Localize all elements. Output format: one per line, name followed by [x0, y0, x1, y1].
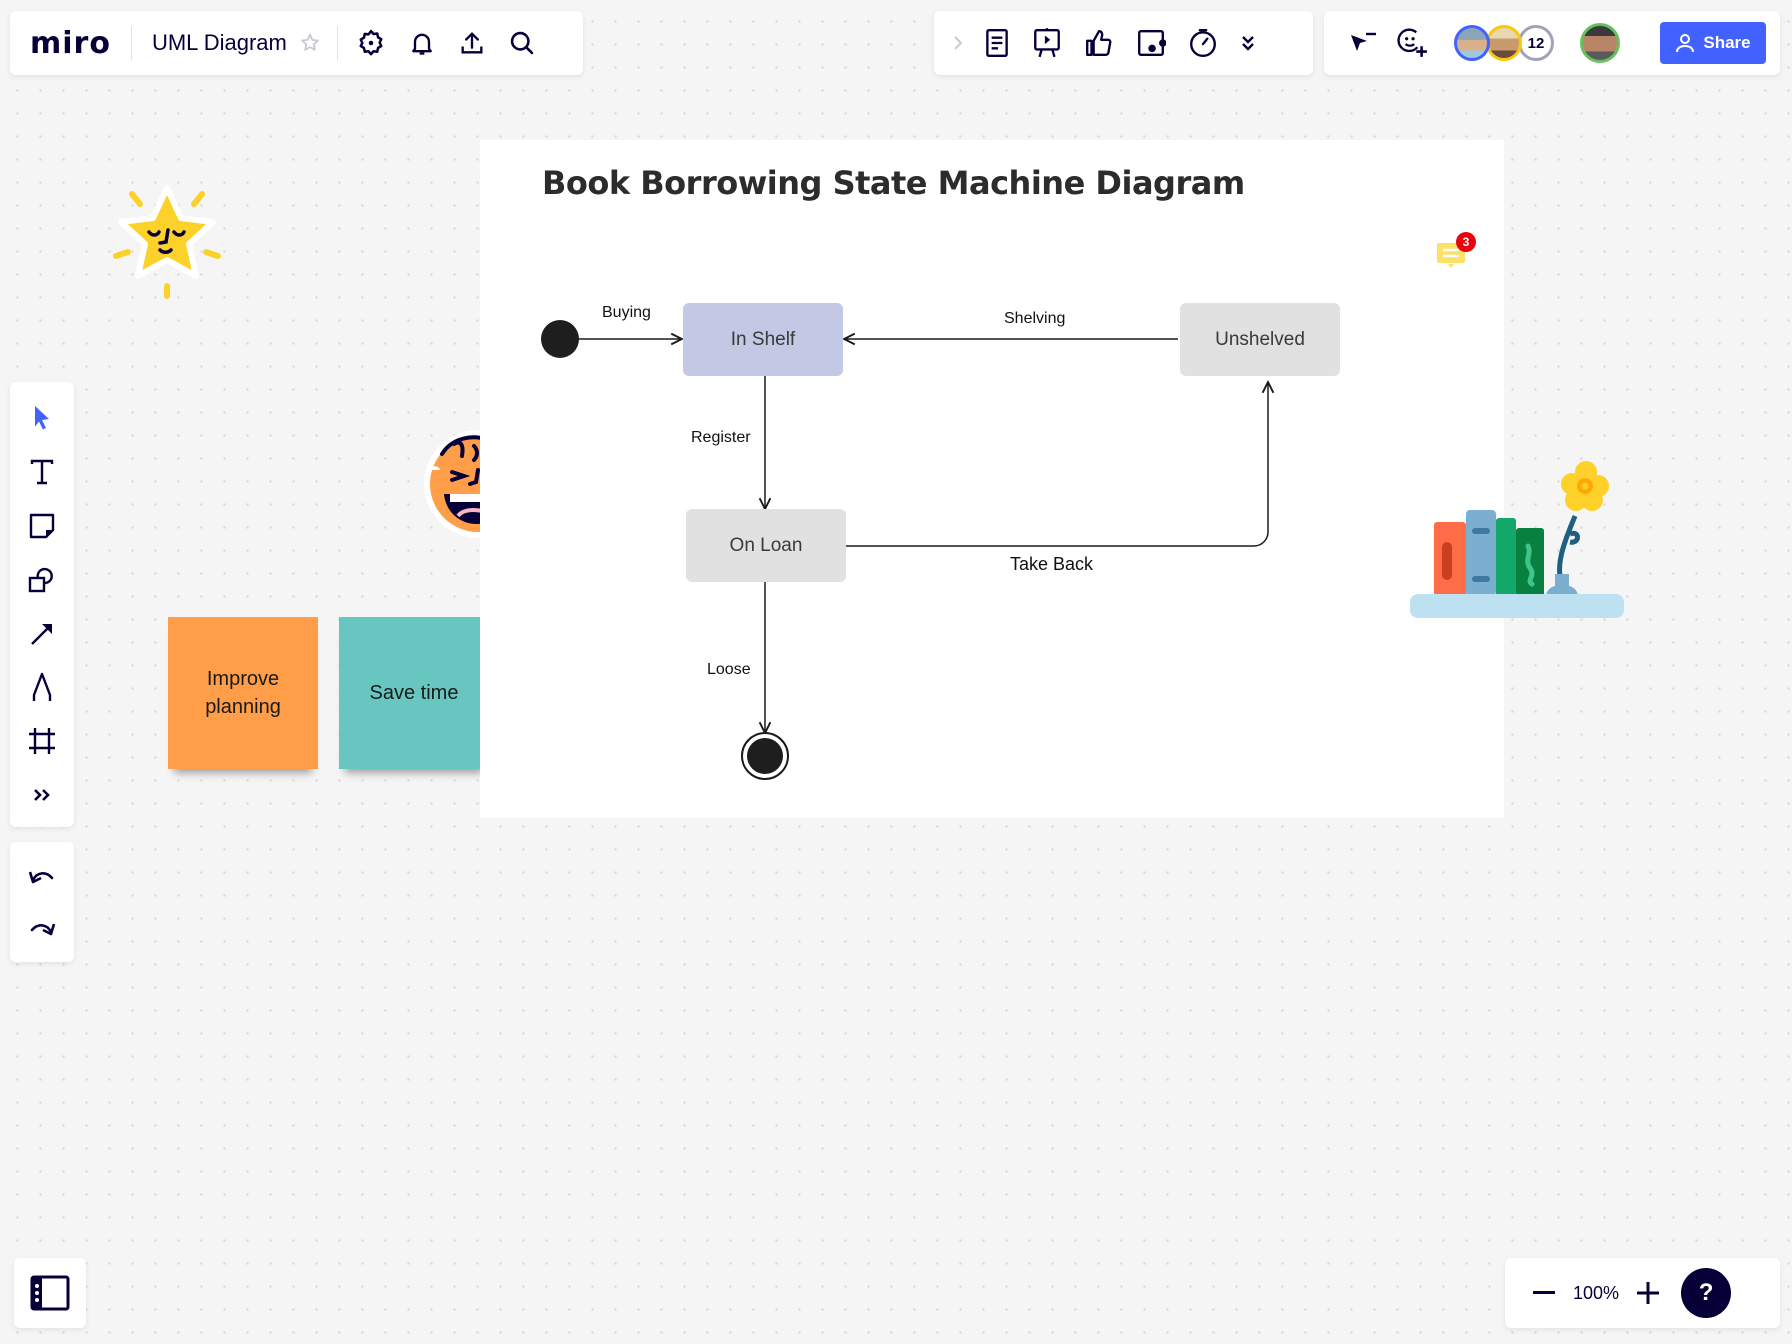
collaborators-count[interactable]: 12	[1518, 25, 1554, 61]
transition-label: Register	[691, 429, 751, 446]
divider	[336, 26, 338, 60]
bell-icon[interactable]	[408, 28, 436, 58]
initial-state	[541, 320, 579, 358]
export-icon[interactable]	[458, 29, 486, 57]
transition-take-back	[846, 382, 1268, 547]
sidebar-panel-icon[interactable]	[30, 1275, 70, 1311]
star-icon[interactable]	[299, 32, 321, 54]
creation-toolbar	[10, 382, 74, 827]
sticky-note-text: Save time	[369, 682, 459, 704]
board-title[interactable]: UML Diagram	[152, 30, 287, 56]
state-in-shelf[interactable]: In Shelf	[683, 303, 843, 376]
final-state	[747, 738, 783, 774]
help-button[interactable]: ?	[1681, 1268, 1732, 1318]
presentation-icon[interactable]	[1032, 27, 1062, 59]
share-label: Share	[1703, 33, 1751, 52]
cursor-filter-icon[interactable]	[1348, 29, 1378, 57]
sticky-note-text: Improve planning	[205, 668, 281, 718]
zoom-level[interactable]: 100%	[1573, 1283, 1619, 1304]
more-tools-icon[interactable]	[20, 773, 64, 817]
select-cursor-icon[interactable]	[20, 396, 64, 440]
share-button[interactable]: Share	[1660, 22, 1766, 64]
sticky-note[interactable]: Improve planning	[168, 617, 318, 769]
shapes-icon[interactable]	[20, 558, 64, 602]
history-toolbar	[10, 842, 74, 962]
settings-icon[interactable]	[356, 28, 386, 58]
notes-icon[interactable]	[984, 28, 1010, 58]
zoom-out-button[interactable]	[1529, 1291, 1559, 1295]
miro-logo[interactable]: miro	[30, 26, 111, 61]
state-label: In Shelf	[730, 328, 796, 350]
user-icon	[1676, 34, 1695, 53]
state-label: On Loan	[729, 534, 803, 556]
redo-icon[interactable]	[20, 908, 64, 948]
collaborators-count-label: 12	[1527, 34, 1545, 52]
video-card-icon[interactable]	[1136, 28, 1166, 58]
state-label: Unshelved	[1215, 328, 1305, 350]
bookshelf-sticker[interactable]	[1408, 456, 1626, 622]
arrow-line-icon[interactable]	[20, 612, 64, 656]
diagram-frame[interactable]: Book Borrowing State Machine Diagram In …	[480, 140, 1504, 818]
users-toolbar: 12 Share	[1324, 11, 1780, 75]
transition-label: Loose	[707, 661, 751, 678]
state-on-loan[interactable]: On Loan	[686, 509, 846, 582]
comment-marker[interactable]: 3	[1434, 232, 1476, 272]
avatar[interactable]	[1486, 25, 1522, 61]
board-panel-toggle[interactable]	[14, 1258, 86, 1328]
state-unshelved[interactable]: Unshelved	[1180, 303, 1340, 376]
transition-label: Buying	[602, 304, 651, 321]
undo-icon[interactable]	[20, 856, 64, 896]
sticky-note[interactable]: Save time	[339, 617, 489, 769]
avatar[interactable]	[1454, 25, 1490, 61]
transition-label: Take Back	[1010, 554, 1094, 574]
chevron-right-icon[interactable]	[952, 33, 964, 53]
zoom-in-button[interactable]	[1633, 1282, 1663, 1304]
diagram-connectors	[541, 320, 1504, 780]
zoom-controls: 100% ?	[1505, 1258, 1780, 1328]
board-header: miro UML Diagram	[10, 11, 583, 75]
comment-count-badge: 3	[1456, 232, 1476, 252]
collaborator-avatars[interactable]: 12	[1454, 25, 1554, 61]
timer-icon[interactable]	[1188, 28, 1218, 58]
divider	[130, 26, 132, 60]
current-user-avatar[interactable]	[1580, 23, 1620, 63]
more-chevrons-icon[interactable]	[1240, 33, 1256, 53]
search-icon[interactable]	[508, 29, 536, 57]
collaboration-toolbar	[934, 11, 1313, 75]
sticky-note-icon[interactable]	[20, 504, 64, 548]
pen-icon[interactable]	[20, 665, 64, 709]
transition-label: Shelving	[1004, 310, 1066, 327]
frame-icon[interactable]	[20, 719, 64, 763]
star-sticker[interactable]	[104, 180, 230, 302]
text-icon[interactable]	[20, 450, 64, 494]
thumbs-up-icon[interactable]	[1084, 28, 1114, 58]
reaction-add-icon[interactable]	[1396, 27, 1428, 59]
